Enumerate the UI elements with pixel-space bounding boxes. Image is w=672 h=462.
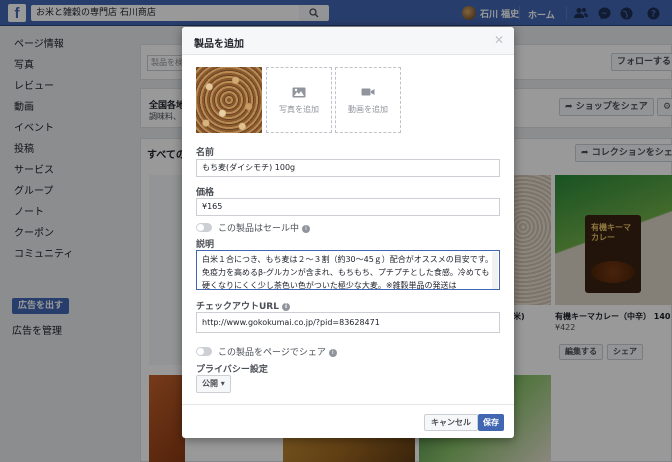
close-icon[interactable]: ✕ [494,33,504,47]
description-textarea[interactable]: 白米１合につき、もち麦は２〜３割（約30〜45ｇ）配合がオススメの目安です。免疫… [196,250,500,290]
sale-toggle-label: この製品はセール中 i [218,221,311,234]
price-input[interactable]: ¥165 [196,198,500,216]
share-on-page-toggle[interactable] [196,347,212,356]
price-label: 価格 [196,188,215,198]
chevron-down-icon: ▾ [220,379,225,388]
product-name-input[interactable]: もち麦(ダイシモチ) 100g [196,159,500,177]
checkout-url-label: チェックアウトURL i [196,299,290,312]
info-icon[interactable]: i [302,224,311,233]
share-on-page-label: この製品をページでシェア i [218,345,337,358]
video-camera-icon [361,88,375,96]
privacy-label: プライバシー設定 [196,365,268,375]
scrollbar[interactable] [492,252,498,289]
name-label: 名前 [196,148,215,158]
dialog-footer: キャンセル 保存 [182,404,514,438]
product-photo[interactable] [196,67,262,133]
sale-label-text: この製品はセール中 [218,224,300,234]
checkout-label-text: チェックアウトURL [196,302,279,312]
info-icon[interactable]: i [328,348,337,357]
privacy-value: 公開 [202,379,218,388]
add-product-dialog: 製品を追加 ✕ 写真を追加 動画を追加 名前 もち麦(ダイシモチ) 100g 価… [182,27,514,438]
save-button[interactable]: 保存 [478,414,504,431]
add-video-button[interactable]: 動画を追加 [335,67,401,133]
add-photo-button[interactable]: 写真を追加 [266,67,332,133]
description-text: 白米１合につき、もち麦は２〜３割（約30〜45ｇ）配合がオススメの目安です。免疫… [202,255,493,290]
dialog-header: 製品を追加 ✕ [182,27,514,55]
checkout-url-input[interactable]: http://www.gokokumai.co.jp/?pid=83628471 [196,312,500,333]
sale-toggle[interactable] [196,223,212,232]
add-video-label: 動画を追加 [348,105,388,114]
share-page-label-text: この製品をページでシェア [218,348,326,358]
cancel-button[interactable]: キャンセル [424,414,478,431]
add-photo-label: 写真を追加 [279,105,319,114]
description-label: 説明 [196,240,215,250]
photo-icon [292,87,306,98]
privacy-dropdown[interactable]: 公開 ▾ [196,375,231,393]
info-icon[interactable]: i [281,302,290,311]
dialog-title: 製品を追加 [194,39,244,50]
